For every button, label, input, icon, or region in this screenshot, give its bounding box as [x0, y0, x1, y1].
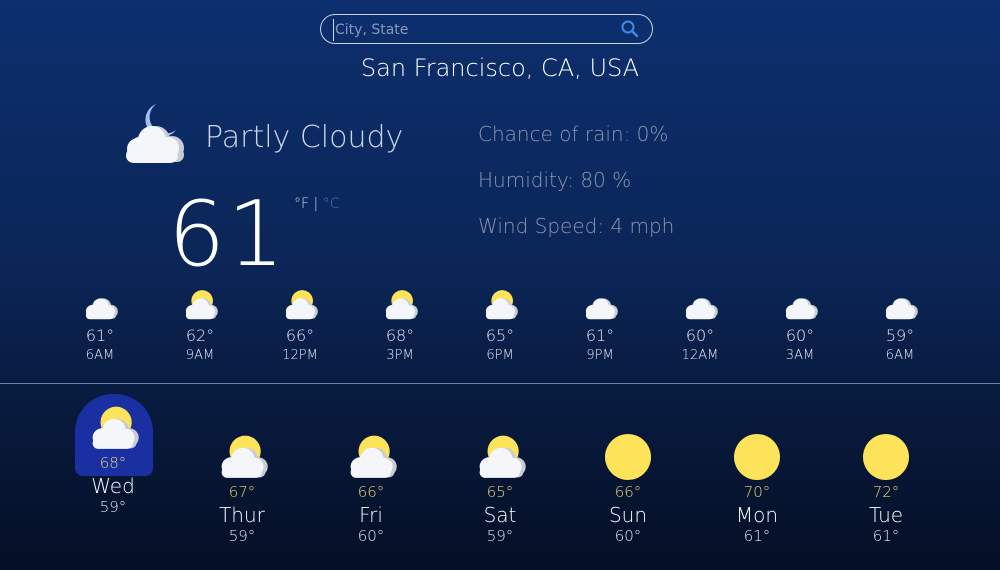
daily-high: 67° — [228, 483, 256, 501]
hourly-time: 12PM — [282, 348, 318, 363]
hourly-item: 66° 12PM — [260, 288, 340, 363]
search-box[interactable] — [320, 14, 653, 44]
moon-cloud-icon — [585, 289, 618, 320]
weather-details: Chance of rain: 0% Humidity: 80 % Wind S… — [478, 122, 674, 260]
unit-separator: | — [309, 196, 323, 212]
daily-low: 61° — [743, 527, 771, 545]
hourly-item: 61° 9PM — [560, 288, 640, 363]
daily-day: Sun — [608, 503, 648, 527]
humidity: Humidity: 80 % — [478, 168, 632, 192]
daily-high: 66° — [357, 483, 385, 501]
hourly-item: 62° 9AM — [160, 288, 240, 363]
hourly-item: 60° 3AM — [760, 288, 840, 363]
hourly-temp: 61° — [585, 326, 615, 345]
moon-cloud-icon — [885, 289, 918, 320]
sun-cloud-icon — [285, 290, 318, 320]
hourly-temp: 59° — [885, 326, 915, 345]
hourly-item: 68° 3PM — [360, 288, 440, 363]
daily-high: 70° — [743, 483, 771, 501]
daily-high: 68° — [99, 454, 127, 472]
hourly-item: 60° 12AM — [660, 288, 740, 363]
daily-day: Mon — [735, 503, 779, 527]
daily-item-wed[interactable]: 68° Wed 59° — [63, 394, 163, 516]
daily-low: 59° — [99, 498, 127, 516]
moon-cloud-icon — [785, 289, 818, 320]
daily-high: 65° — [486, 483, 514, 501]
unit-toggle: °F | °C — [294, 196, 339, 212]
hourly-temp: 66° — [285, 326, 315, 345]
daily-low: 59° — [486, 527, 514, 545]
current-temperature: 61 — [168, 182, 287, 287]
hourly-time: 12AM — [681, 348, 719, 363]
daily-day: Tue — [868, 503, 904, 527]
daily-day: Thur — [219, 503, 265, 527]
hourly-time: 3AM — [785, 348, 815, 363]
moon-cloud-icon — [85, 289, 118, 320]
daily-day: Wed — [91, 474, 135, 498]
sun-cloud-icon — [479, 435, 526, 478]
sun-icon — [605, 434, 651, 480]
hourly-temp: 68° — [385, 326, 415, 345]
sun-cloud-icon — [221, 435, 268, 478]
unit-celsius[interactable]: °C — [323, 196, 340, 212]
daily-item-thur[interactable]: 67° Thur 59° — [192, 433, 292, 545]
daily-day: Sat — [483, 503, 517, 527]
divider — [0, 383, 1000, 384]
hourly-time: 9PM — [586, 348, 614, 363]
sun-cloud-icon — [485, 290, 518, 320]
partly-cloudy-night-icon — [126, 104, 184, 163]
daily-day: Fri — [359, 503, 383, 527]
hourly-time: 6AM — [885, 348, 915, 363]
hourly-temp: 60° — [685, 326, 715, 345]
daily-item-tue[interactable]: 72° Tue 61° — [836, 433, 936, 545]
search-icon[interactable] — [620, 19, 640, 39]
location-title: San Francisco, CA, USA — [360, 54, 640, 82]
daily-item-sat[interactable]: 65° Sat 59° — [450, 433, 550, 545]
hourly-temp: 61° — [85, 326, 115, 345]
hourly-time: 3PM — [386, 348, 414, 363]
search-input[interactable] — [333, 19, 613, 41]
daily-item-fri[interactable]: 66° Fri 60° — [321, 433, 421, 545]
hourly-time: 6PM — [486, 348, 514, 363]
hourly-temp: 62° — [185, 326, 215, 345]
daily-low: 60° — [357, 527, 385, 545]
chance-of-rain: Chance of rain: 0% — [478, 122, 669, 146]
sun-icon — [734, 434, 780, 480]
hourly-temp: 60° — [785, 326, 815, 345]
daily-high: 66° — [614, 483, 642, 501]
hourly-time: 6AM — [85, 348, 115, 363]
sun-cloud-icon — [92, 406, 139, 449]
hourly-item: 65° 6PM — [460, 288, 540, 363]
daily-low: 61° — [872, 527, 900, 545]
daily-low: 60° — [614, 527, 642, 545]
daily-item-sun[interactable]: 66° Sun 60° — [578, 433, 678, 545]
hourly-item: 61° 6AM — [60, 288, 140, 363]
moon-cloud-icon — [685, 289, 718, 320]
sun-cloud-icon — [385, 290, 418, 320]
daily-low: 59° — [228, 527, 256, 545]
daily-high: 72° — [872, 483, 900, 501]
hourly-time: 9AM — [185, 348, 215, 363]
hourly-temp: 65° — [485, 326, 515, 345]
sun-cloud-icon — [185, 290, 218, 320]
sun-icon — [863, 434, 909, 480]
hourly-item: 59° 6AM — [860, 288, 940, 363]
wind-speed: Wind Speed: 4 mph — [478, 214, 675, 238]
current-condition: Partly Cloudy — [205, 120, 404, 155]
sun-cloud-icon — [350, 435, 397, 478]
daily-item-mon[interactable]: 70° Mon 61° — [707, 433, 807, 545]
unit-fahrenheit[interactable]: °F — [294, 196, 309, 212]
